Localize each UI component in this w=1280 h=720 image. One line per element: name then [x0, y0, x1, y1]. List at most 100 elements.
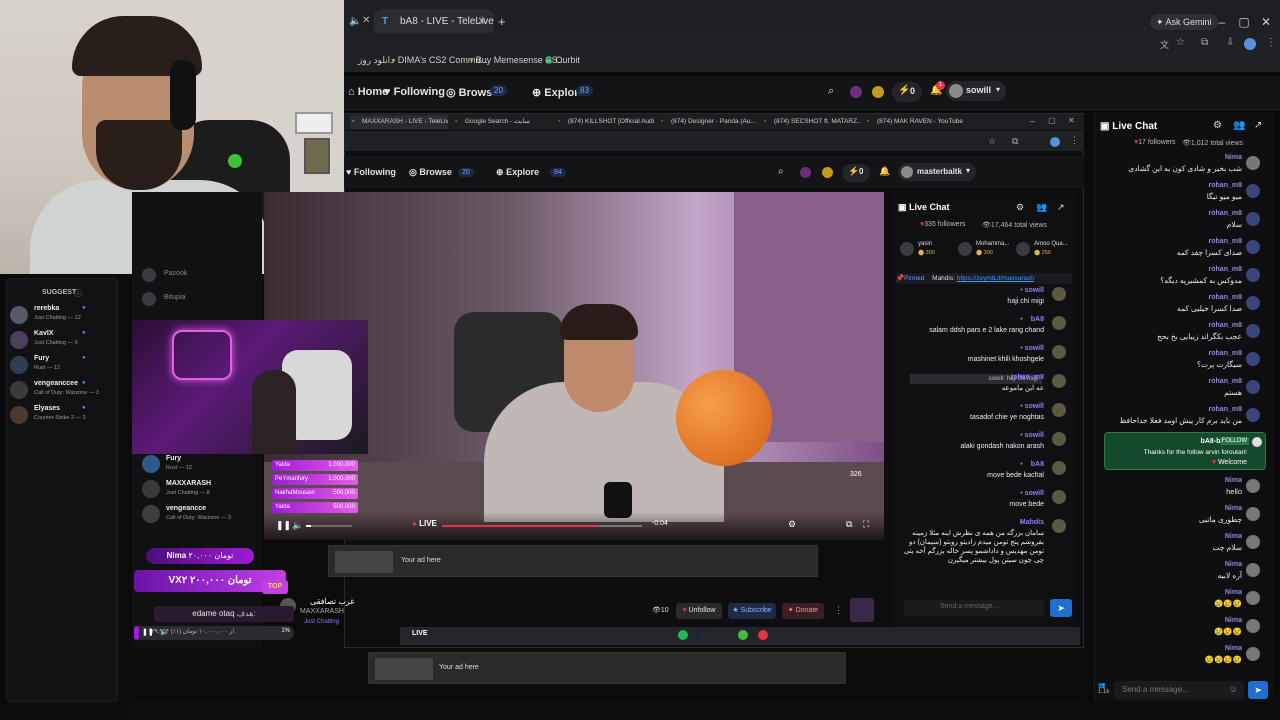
inner-tab[interactable]: ▪ MAXXARASH - LIVE - TeleLive: [350, 115, 448, 129]
seek-bar[interactable]: [442, 525, 642, 527]
chat-author[interactable]: rohan_m8: [1209, 294, 1242, 301]
chat-author[interactable]: Nima: [1225, 617, 1242, 624]
inner-sidebar-item[interactable]: Bitupia: [142, 292, 252, 308]
inner-chat-input[interactable]: Send a message...: [904, 600, 1044, 616]
menu-dots-icon[interactable]: ⋮: [1266, 37, 1276, 48]
star-icon[interactable]: ☆: [988, 136, 996, 147]
inner-tab[interactable]: ▪ (874) KILLSHOT [Official Audi...: [556, 115, 654, 129]
menu-dots-icon[interactable]: ⋮: [1070, 135, 1079, 146]
chat-author[interactable]: sowill: [1025, 287, 1044, 294]
ask-gemini-button[interactable]: ✦ Ask Gemini: [1150, 14, 1218, 30]
chat-author[interactable]: sowill: [1025, 432, 1044, 439]
bookmark-item[interactable]: دانلود روز: [358, 55, 394, 66]
chat-author[interactable]: rohan_m8: [1209, 238, 1242, 245]
volume-slider[interactable]: [306, 525, 352, 527]
users-icon[interactable]: 👥: [1233, 120, 1245, 131]
bookmark-item[interactable]: ◉ Ourbit: [545, 55, 580, 66]
pinned-link[interactable]: https://zeymtLit/maxxarash: [957, 275, 1034, 282]
close-button[interactable]: ✕: [1068, 116, 1075, 125]
minimize-button[interactable]: –: [1030, 116, 1035, 126]
user-menu[interactable]: masterbaitk ▾: [898, 163, 976, 181]
window-close-button[interactable]: ✕: [1256, 12, 1276, 32]
stream-dot-icon[interactable]: [850, 86, 862, 98]
inner-sidebar-item[interactable]: Pazook: [142, 268, 252, 284]
chat-author[interactable]: Nima: [1225, 477, 1242, 484]
popout-icon[interactable]: ↗: [1254, 120, 1262, 131]
chat-author[interactable]: bA8: [1031, 316, 1044, 323]
user-menu[interactable]: sowill ▾: [946, 81, 1006, 101]
chat-author[interactable]: bA8: [1031, 461, 1044, 468]
top-donor[interactable]: Amoo Qua... ⬤ 250: [1016, 240, 1072, 260]
close-icon[interactable]: ✕: [362, 15, 370, 26]
translate-icon[interactable]: 文: [1160, 38, 1169, 51]
nav-following[interactable]: ♥ Following: [346, 167, 396, 177]
bolt-balance[interactable]: ⚡ 0: [842, 164, 870, 182]
profile-avatar[interactable]: [1050, 137, 1060, 147]
bell-icon[interactable]: 🔔: [879, 166, 890, 177]
inner-tab[interactable]: ▪ Google Search - سایت: [453, 115, 551, 129]
inner-tab[interactable]: ▪ (874) Designer - Panda (Au...: [659, 115, 757, 129]
profile-avatar[interactable]: [1244, 38, 1256, 50]
extensions-icon[interactable]: ⧉: [1012, 136, 1018, 147]
chat-author[interactable]: Nima: [1225, 561, 1242, 568]
stream-dot-icon[interactable]: [800, 167, 811, 178]
suggest-item[interactable]: Fury ● Rust — 12: [10, 355, 114, 377]
suggest-item[interactable]: KavIX ● Just Chatting — 6: [10, 330, 114, 352]
suggest-item[interactable]: Elyases ● Counter-Strike 2 — 2: [10, 405, 114, 427]
fullscreen-icon[interactable]: ⛶: [863, 519, 869, 530]
subscribe-button[interactable]: ★ Subscribe: [728, 603, 776, 619]
volume-icon[interactable]: 🔈: [292, 520, 303, 531]
chat-author[interactable]: rohan_m8: [1209, 182, 1242, 189]
nav-home[interactable]: ⌂ Home: [348, 86, 388, 98]
extensions-icon[interactable]: ⧉: [1201, 37, 1208, 48]
chat-author[interactable]: rohan_m8: [1209, 266, 1242, 273]
unfollow-button[interactable]: ♥ Unfollow: [676, 603, 722, 619]
maximize-button[interactable]: ▢: [1234, 12, 1254, 32]
inner-tab[interactable]: ▪ (874) SECSHOT ft. MATARZ...: [762, 115, 860, 129]
chat-author[interactable]: rohan_m8: [1209, 378, 1242, 385]
nav-following[interactable]: ♥ Following: [384, 86, 445, 98]
maximize-button[interactable]: ▢: [1048, 116, 1056, 125]
chat-author[interactable]: Nima: [1225, 645, 1242, 652]
popout-icon[interactable]: ↗: [1057, 202, 1065, 213]
stream-game[interactable]: Just Chatting: [304, 619, 339, 625]
tab-active[interactable]: T bA8 - LIVE - TeleLive ✕: [374, 9, 494, 35]
coin-icon[interactable]: [822, 167, 833, 178]
send-button[interactable]: ➤: [1248, 681, 1268, 699]
chat-author[interactable]: sowill: [1025, 403, 1044, 410]
chat-author[interactable]: sowill: [1025, 490, 1044, 497]
users-icon[interactable]: 👥: [1036, 202, 1047, 213]
chat-author[interactable]: rohan_m8: [1011, 374, 1044, 381]
chat-input[interactable]: Send a message... ☺: [1114, 681, 1244, 699]
pip-icon[interactable]: ⧉: [846, 519, 852, 530]
inner-send-button[interactable]: ➤: [1050, 599, 1072, 617]
top-donor[interactable]: yasin ⬤ 300: [900, 240, 956, 260]
chat-author[interactable]: rohan_m8: [1209, 350, 1242, 357]
search-icon[interactable]: ⌕: [778, 166, 784, 177]
outer-ad-banner[interactable]: Your ad here: [368, 652, 846, 684]
streamer-name[interactable]: MAXXARASH: [300, 608, 344, 615]
emoji-icon[interactable]: ☺: [1229, 684, 1238, 694]
downloads-icon[interactable]: ⇩: [1226, 37, 1234, 48]
play-pause-button[interactable]: ❚❚: [276, 520, 291, 531]
chat-author[interactable]: Nima: [1225, 505, 1242, 512]
chat-author[interactable]: Mahdis: [1020, 519, 1044, 526]
coin-icon[interactable]: [872, 86, 884, 98]
settings-icon[interactable]: ⚙: [1213, 120, 1222, 131]
volume-icon[interactable]: 🔈: [160, 628, 169, 636]
settings-icon[interactable]: ⚙: [788, 519, 796, 530]
search-icon[interactable]: ⌕: [828, 85, 834, 98]
inner-ad-banner[interactable]: Your ad here: [328, 545, 818, 577]
settings-icon[interactable]: ⚙: [1016, 202, 1024, 213]
chat-author[interactable]: rohan_m8: [1209, 406, 1242, 413]
play-icon[interactable]: ❚❚: [142, 628, 154, 636]
chat-author[interactable]: Nima: [1225, 154, 1242, 161]
suggest-item[interactable]: vengeanccee ● Call of Duty: Warzone — 3: [10, 380, 114, 402]
inner-tab[interactable]: ▪ (874) MAK RAVEN - YouTube: [865, 115, 963, 129]
chat-author[interactable]: rohan_m8: [1209, 210, 1242, 217]
minimize-button[interactable]: –: [1212, 12, 1232, 32]
star-icon[interactable]: ☆: [1176, 37, 1185, 48]
more-icon[interactable]: ⋮: [834, 605, 843, 616]
top-donor[interactable]: Mohamma... ⬤ 300: [958, 240, 1014, 260]
chat-author[interactable]: Nima: [1225, 589, 1242, 596]
